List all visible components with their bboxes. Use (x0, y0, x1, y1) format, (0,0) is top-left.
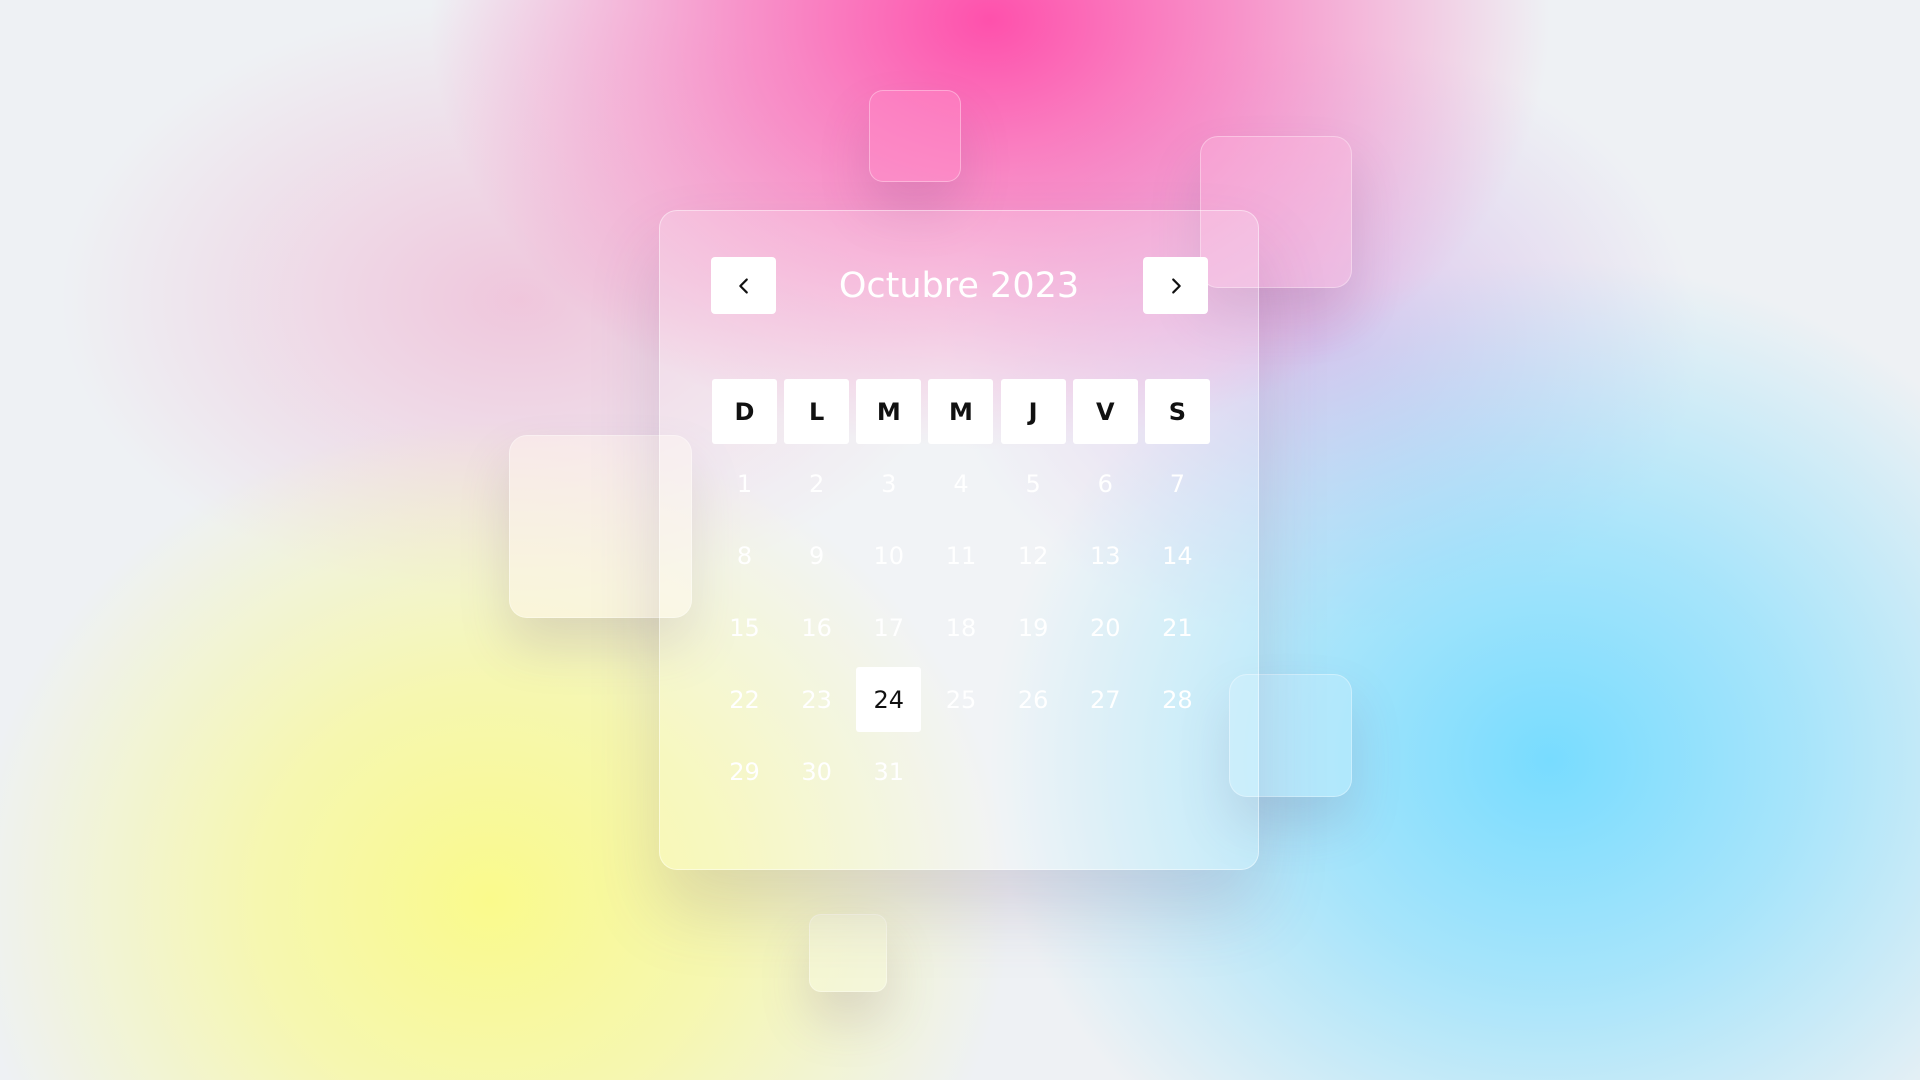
day-cell[interactable]: 22 (712, 667, 777, 732)
day-cell[interactable]: 18 (928, 595, 993, 660)
week-row: 29 30 31 (712, 739, 1210, 804)
empty-day-cell (1001, 739, 1066, 804)
day-cell[interactable]: 21 (1145, 595, 1210, 660)
calendar-grid: D L M M J V S 1 2 3 4 5 6 7 8 9 10 11 12… (712, 379, 1210, 811)
day-cell[interactable]: 13 (1073, 523, 1138, 588)
day-cell[interactable]: 6 (1073, 451, 1138, 516)
day-cell[interactable]: 29 (712, 739, 777, 804)
weekday-label: M (856, 379, 922, 444)
weekday-label: V (1072, 379, 1138, 444)
day-cell[interactable]: 28 (1145, 667, 1210, 732)
decorative-glass-square (869, 90, 961, 182)
week-row: 15 16 17 18 19 20 21 (712, 595, 1210, 660)
day-cell[interactable]: 3 (856, 451, 921, 516)
weekday-label: S (1144, 379, 1210, 444)
day-cell[interactable]: 20 (1073, 595, 1138, 660)
day-cell[interactable]: 10 (856, 523, 921, 588)
day-cell[interactable]: 16 (784, 595, 849, 660)
day-cell[interactable]: 30 (784, 739, 849, 804)
month-title: Octubre 2023 (838, 265, 1080, 306)
day-cell[interactable]: 2 (784, 451, 849, 516)
empty-day-cell (1145, 739, 1210, 804)
weekday-label: J (1000, 379, 1066, 444)
day-cell[interactable]: 17 (856, 595, 921, 660)
day-cell[interactable]: 4 (928, 451, 993, 516)
day-cell[interactable]: 27 (1073, 667, 1138, 732)
week-row: 8 9 10 11 12 13 14 (712, 523, 1210, 588)
day-cell[interactable]: 9 (784, 523, 849, 588)
day-cell[interactable]: 26 (1001, 667, 1066, 732)
weekday-label: D (712, 379, 777, 444)
day-cell[interactable]: 7 (1145, 451, 1210, 516)
calendar-card: Octubre 2023 D L M M J V S 1 2 3 4 5 6 7… (659, 210, 1259, 870)
weekday-label: M (928, 379, 994, 444)
week-row: 22 23 24 25 26 27 28 (712, 667, 1210, 732)
day-cell[interactable]: 8 (712, 523, 777, 588)
next-month-button[interactable] (1143, 257, 1208, 314)
chevron-left-icon (738, 277, 748, 294)
selected-day-cell[interactable]: 24 (856, 667, 922, 732)
chevron-right-icon (1171, 277, 1181, 294)
day-cell[interactable]: 12 (1001, 523, 1066, 588)
day-cell[interactable]: 25 (928, 667, 993, 732)
day-cell[interactable]: 1 (712, 451, 777, 516)
page-background: { "calendar": { "title": "Octubre 2023",… (0, 0, 1920, 1080)
empty-day-cell (1073, 739, 1138, 804)
previous-month-button[interactable] (711, 257, 776, 314)
day-cell[interactable]: 5 (1001, 451, 1066, 516)
day-cell[interactable]: 31 (856, 739, 921, 804)
day-cell[interactable]: 11 (928, 523, 993, 588)
weekday-header-row: D L M M J V S (712, 379, 1210, 444)
day-cell[interactable]: 14 (1145, 523, 1210, 588)
day-cell[interactable]: 19 (1001, 595, 1066, 660)
weekday-label: L (784, 379, 850, 444)
empty-day-cell (928, 739, 993, 804)
day-cell[interactable]: 23 (784, 667, 849, 732)
day-cell[interactable]: 15 (712, 595, 777, 660)
week-row: 1 2 3 4 5 6 7 (712, 451, 1210, 516)
decorative-glass-square (809, 914, 887, 992)
